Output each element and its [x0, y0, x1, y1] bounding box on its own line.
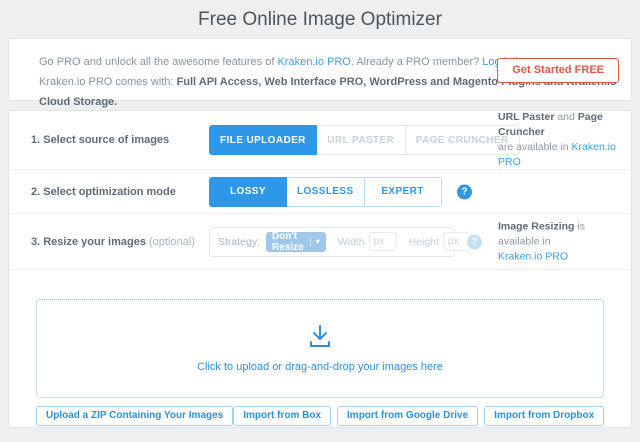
expert-button[interactable]: EXPERT	[364, 177, 442, 207]
dropzone-text: Click to upload or drag-and-drop your im…	[197, 361, 443, 373]
note-bold: Image Resizing	[498, 220, 574, 232]
resize-help-icon: ?	[467, 234, 482, 249]
note-bold: URL Paster	[498, 111, 554, 123]
mode-row: 2. Select optimization mode LOSSY LOSSLE…	[9, 169, 631, 213]
file-uploader-button[interactable]: FILE UPLOADER	[209, 125, 317, 155]
source-button-group: FILE UPLOADER URL PASTER PAGE CRUNCHER	[209, 125, 520, 155]
width-label: Width	[338, 236, 365, 248]
import-dropbox-button[interactable]: Import from Dropbox	[484, 406, 604, 426]
import-box-button[interactable]: Import from Box	[233, 406, 331, 426]
source-row: 1. Select source of images FILE UPLOADER…	[9, 111, 631, 169]
height-label: Height	[409, 236, 439, 248]
import-google-drive-button[interactable]: Import from Google Drive	[337, 406, 478, 426]
source-pro-note: URL Paster and Page Cruncher are availab…	[498, 110, 628, 170]
width-input	[369, 232, 397, 251]
chevron-down-icon: ▾	[310, 237, 320, 246]
mode-label: 2. Select optimization mode	[31, 186, 176, 198]
file-dropzone[interactable]: Click to upload or drag-and-drop your im…	[36, 299, 604, 398]
lossy-button[interactable]: LOSSY	[209, 177, 287, 207]
import-buttons-row: Upload a ZIP Containing Your Images Impo…	[36, 406, 604, 426]
banner-text: Kraken.io PRO comes with:	[39, 76, 177, 88]
mode-button-group: LOSSY LOSSLESS EXPERT	[209, 177, 442, 207]
optimizer-panel: 1. Select source of images FILE UPLOADER…	[8, 110, 632, 428]
strategy-label: Strategy:	[218, 236, 260, 248]
banner-text: Already a PRO member?	[354, 56, 482, 68]
upload-zip-button[interactable]: Upload a ZIP Containing Your Images	[36, 406, 233, 426]
source-label: 1. Select source of images	[31, 134, 169, 146]
resize-pro-note: Image Resizing is available in Kraken.io…	[498, 219, 628, 264]
resize-label-bold: 3. Resize your images	[31, 236, 146, 248]
pro-banner: Go PRO and unlock all the awesome featur…	[8, 38, 632, 101]
resize-label: 3. Resize your images (optional)	[31, 236, 195, 248]
upload-section: Click to upload or drag-and-drop your im…	[9, 269, 631, 429]
kraken-pro-link[interactable]: Kraken.io PRO.	[277, 56, 353, 68]
strategy-value: Don't Resize	[272, 231, 304, 253]
strategy-dropdown: Don't Resize ▾	[266, 232, 326, 252]
resize-row: 3. Resize your images (optional) Strateg…	[9, 213, 631, 269]
download-arrow-icon	[305, 325, 335, 351]
get-started-button[interactable]: Get Started FREE	[497, 58, 619, 83]
url-paster-button: URL PASTER	[316, 125, 406, 155]
kraken-pro-link[interactable]: Kraken.io PRO	[498, 250, 568, 262]
lossless-button[interactable]: LOSSLESS	[286, 177, 365, 207]
page-title: Free Online Image Optimizer	[0, 9, 640, 31]
banner-text: Go PRO and unlock all the awesome featur…	[39, 56, 277, 68]
note-text: are available in	[498, 141, 572, 153]
resize-controls: Strategy: Don't Resize ▾ Width Height	[209, 227, 455, 257]
note-text: and	[554, 111, 577, 123]
resize-label-optional: (optional)	[146, 236, 195, 248]
mode-help-icon[interactable]: ?	[457, 184, 472, 199]
